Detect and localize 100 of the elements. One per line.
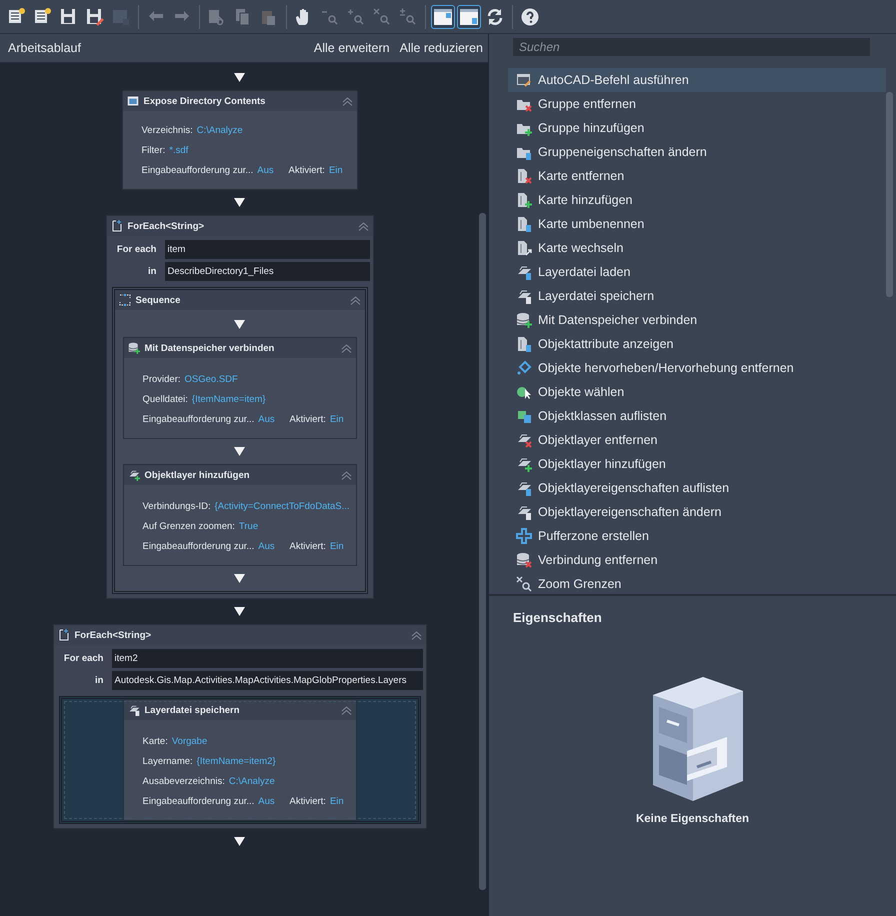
activity-card[interactable]: Expose Directory Contents Verzeichnis: C:\Analyze Filter: *.sdf Eingabeaufforderung zur... Aus Aktiviert: Ein [122,90,358,190]
collapse-icon[interactable] [340,706,352,714]
activity-list-item[interactable]: Objektattribute anzeigen [508,332,886,356]
property-label: Verzeichnis: [142,124,193,136]
flow-arrow-icon [234,574,245,583]
property-value[interactable]: True [238,520,258,532]
property-label: Layername: [142,756,193,766]
property-value[interactable]: OSGeo.SDF [184,374,238,384]
property-value[interactable]: Ein [328,164,343,176]
layer-icon [128,704,140,716]
property-label: Auf Grenzen zoomen: [142,520,235,532]
database-icon [516,552,532,568]
collapse-icon[interactable] [340,344,352,352]
property-value[interactable]: Vorgabe [172,736,208,746]
input-field[interactable]: DescribeDirectory1_Files [164,262,370,280]
layer-icon [516,432,532,448]
search-field[interactable]: Suchen [513,38,870,56]
scrollbar-thumb[interactable] [479,213,486,890]
layer-icon [128,469,140,481]
activity-title: ForEach<String> [128,220,206,232]
activity-list-item[interactable]: Gruppeneigenschaften ändern [508,140,886,164]
shapes-icon [516,408,532,424]
layer-icon [516,264,532,280]
activity-title: ForEach<String> [74,630,152,640]
activity-list-item[interactable]: Layerdatei laden [508,260,886,284]
window-icon [516,72,532,88]
field-label: For each [62,652,104,664]
layer-icon [516,288,532,304]
property-value[interactable]: Aus [258,414,275,424]
header-link[interactable]: Alle reduzieren [400,41,483,55]
input-field[interactable]: item [164,240,370,258]
input-field[interactable]: item2 [112,648,422,668]
activity-list-item[interactable]: Gruppe hinzufügen [508,116,886,140]
zoom-extents-icon [372,6,392,26]
property-value[interactable]: Ein [330,414,344,424]
activity-list-item[interactable]: Objektlayer entfernen [508,428,886,452]
property-value[interactable]: C:\Analyze [196,124,243,136]
activity-title: Layerdatei speichern [144,704,241,716]
activity-list-item[interactable]: Objektlayereigenschaften ändern [508,500,886,524]
collapse-icon[interactable] [340,470,352,480]
property-value[interactable]: {Activity=ConnectToFdoDataS... [214,500,350,512]
property-label: Aktiviert: [290,540,326,552]
activity-title: Objektlayer hinzufügen [144,470,251,480]
activity-list-item[interactable]: Mit Datenspeicher verbinden [508,308,886,332]
property-value[interactable]: Ein [330,796,344,806]
activity-title: Mit Datenspeicher verbinden [144,342,276,354]
toolbar-button[interactable] [457,4,481,28]
header-link[interactable]: Alle erweitern [314,41,390,55]
document-icon [516,240,532,256]
property-label: Karte: [142,736,168,746]
collapse-icon[interactable] [410,630,422,640]
property-value[interactable]: Aus [257,164,274,176]
activity-list-item[interactable]: Karte entfernen [508,164,886,188]
property-value[interactable]: Aus [258,540,275,552]
activity-card[interactable]: Objektlayer hinzufügen Verbindungs-ID: {Activity=ConnectToFdoDataS... Auf Grenzen zoomen: True Eingabeaufforderung zur... Aus Aktiviert: Ein [122,464,356,566]
property-label: Aktiviert: [290,414,326,424]
property-value[interactable]: Ein [330,540,344,552]
activity-title: Expose Directory Contents [144,96,266,106]
activity-list-item[interactable]: Objektlayereigenschaften auflisten [508,476,886,500]
layout-icon [459,6,479,26]
field-label: in [94,674,104,686]
activity-list-item[interactable]: Gruppe entfernen [508,92,886,116]
activity-list-item[interactable]: AutoCAD-Befehl ausführen [508,68,886,92]
property-label: Aktiviert: [290,796,326,806]
property-value[interactable]: Aus [258,796,275,806]
property-value[interactable]: C:\Analyze [228,776,275,786]
flow-arrow-icon [234,198,245,207]
activity-card[interactable]: Mit Datenspeicher verbinden Provider: OSGeo.SDF Quelldatei: {ItemName=item} Eingabeaufforderung zur... Aus Aktiviert: Ein [122,337,356,439]
field-label: in [147,266,158,276]
database-icon [516,312,532,328]
empty-message: Keine Eigenschaften [636,813,750,825]
activity-list-item[interactable]: Layerdatei speichern [508,284,886,308]
layer-icon [516,480,532,496]
activity-list-item[interactable]: Karte umbenennen [508,212,886,236]
activity-list-item[interactable]: Objektklassen auflisten [508,404,886,428]
foreach-icon [110,220,122,232]
toolbar-button[interactable] [431,4,455,28]
activity-list-item[interactable]: Objektlayer hinzufügen [508,452,886,476]
property-label: Ausabeverzeichnis: [142,776,225,786]
property-label: Verbindungs-ID: [142,500,211,512]
activity-list-item[interactable]: Verbindung entfernen [508,548,886,572]
property-label: Eingabeaufforderung zur... [142,540,254,552]
activity-list-item[interactable]: Objekte hervorheben/Hervorhebung entfernen [508,356,886,380]
activity-list-item[interactable]: Karte hinzufügen [508,188,886,212]
activity-card[interactable]: Layerdatei speichern Karte: Vorgabe Layername: {ItemName=item2} Ausabeverzeichnis: C:\Analyze Eingabeaufforderung zur... Aus Aktiviert: Ein [122,699,356,821]
refresh-icon [485,6,505,26]
panel-title: Arbeitsablauf [8,41,82,55]
input-field[interactable]: Autodesk.Gis.Map.Activities.MapActivities.MapGlobProperties.Layers [112,670,422,690]
property-value[interactable]: {ItemName=item} [192,394,266,404]
activity-list-item[interactable]: Karte wechseln [508,236,886,260]
activity-list-item[interactable]: Objekte wählen [508,380,886,404]
property-value[interactable]: *.sdf [169,144,188,156]
property-value[interactable]: {ItemName=item2} [196,756,276,766]
collapse-icon[interactable] [358,222,368,230]
layer-icon [516,504,532,520]
collapse-icon[interactable] [342,96,352,106]
activity-list-item[interactable]: Pufferzone erstellen [508,524,886,548]
collapse-icon[interactable] [350,296,360,304]
scrollbar-thumb[interactable] [886,92,893,297]
activity-list-item[interactable]: Zoom Grenzen [508,572,886,596]
